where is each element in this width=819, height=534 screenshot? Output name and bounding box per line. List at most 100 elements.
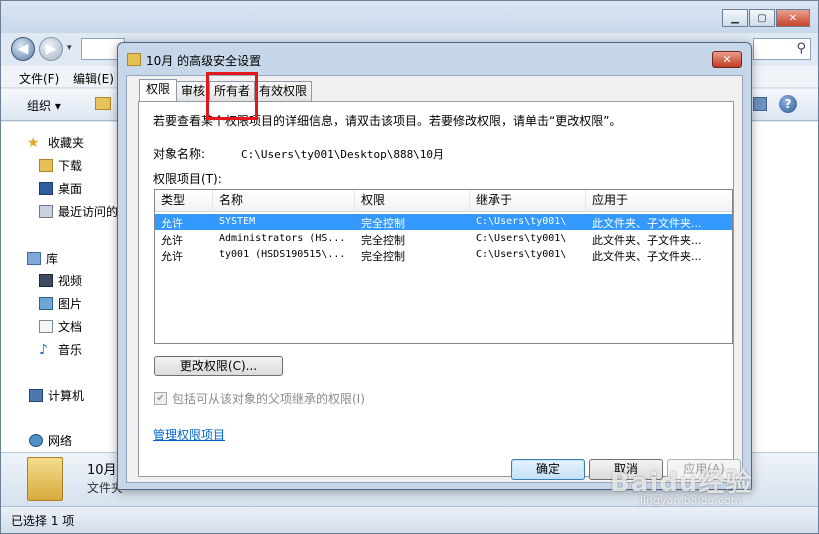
network-icon <box>29 434 43 447</box>
apply-button[interactable]: 应用(A) <box>667 459 741 480</box>
list-header: 类型 名称 权限 继承于 应用于 <box>155 190 732 212</box>
nav-desktop[interactable]: 桌面 <box>39 180 82 197</box>
nav-favorites[interactable]: ★ 收藏夹 <box>27 134 84 151</box>
history-dropdown-icon[interactable]: ▾ <box>67 43 72 53</box>
permissions-panel: 若要查看某个权限项目的详细信息，请双击该项目。若要修改权限，请单击“更改权限”。… <box>138 101 734 477</box>
nav-label: 桌面 <box>58 182 83 196</box>
explorer-titlebar: ▁ ▢ ✕ <box>1 1 818 33</box>
view-icon[interactable] <box>753 97 767 111</box>
dialog-titlebar[interactable]: 10月 的高级安全设置 ✕ <box>118 43 751 75</box>
large-folder-icon <box>27 457 63 501</box>
menu-file[interactable]: 文件(F) <box>19 70 59 87</box>
nav-documents[interactable]: 文档 <box>39 318 82 335</box>
nav-videos[interactable]: 视频 <box>39 272 82 289</box>
column-type[interactable]: 类型 <box>155 190 213 212</box>
object-name-value: C:\Users\ty001\Desktop\888\10月 <box>241 148 445 161</box>
cell-apply-to: 此文件夹、子文件夹... <box>592 250 702 263</box>
tab-effective-permissions[interactable]: 有效权限 <box>255 81 313 101</box>
details-name: 10月 <box>87 463 117 478</box>
back-button[interactable]: ◀ <box>11 37 35 61</box>
folder-icon[interactable] <box>95 97 111 110</box>
status-bar: 已选择 1 项 <box>1 506 818 533</box>
tab-strip: 权限 审核 所有者 有效权限 <box>139 72 313 120</box>
cell-permission: 完全控制 <box>361 217 405 230</box>
search-input[interactable]: ⚲ <box>753 38 811 60</box>
minimize-button[interactable]: ▁ <box>722 9 748 27</box>
cell-name: SYSTEM <box>219 216 256 227</box>
close-icon: ✕ <box>722 53 732 66</box>
nav-label: 视频 <box>58 274 83 288</box>
nav-label: 音乐 <box>58 343 83 357</box>
inherit-checkbox-label: 包括可从该对象的父项继承的权限(I) <box>172 392 365 406</box>
desktop-icon <box>39 182 53 195</box>
nav-pictures[interactable]: 图片 <box>39 295 82 312</box>
nav-label: 库 <box>46 252 59 266</box>
table-row[interactable]: 允许 SYSTEM 完全控制 C:\Users\ty001\ 此文件夹、子文件夹… <box>155 214 732 230</box>
document-icon <box>39 320 53 333</box>
folder-icon <box>127 53 141 66</box>
music-note-icon: ♪ <box>39 341 48 358</box>
nav-label: 计算机 <box>48 389 85 403</box>
cell-name: Administrators (HS... <box>219 233 346 244</box>
search-icon[interactable]: ⚲ <box>796 41 806 56</box>
inherit-permissions-option[interactable]: ✔ 包括可从该对象的父项继承的权限(I) <box>154 390 365 407</box>
nav-downloads[interactable]: 下载 <box>39 157 82 174</box>
menu-edit[interactable]: 编辑(E) <box>73 70 114 87</box>
cell-inherited: C:\Users\ty001\ <box>476 233 567 244</box>
column-name[interactable]: 名称 <box>213 190 355 212</box>
ok-button[interactable]: 确定 <box>511 459 585 480</box>
cell-name: ty001 (HSDS190515\... <box>219 249 346 260</box>
tab-owner[interactable]: 所有者 <box>206 72 259 120</box>
nav-music[interactable]: ♪ 音乐 <box>39 341 82 358</box>
checkmark-icon: ✔ <box>156 393 165 404</box>
tab-auditing[interactable]: 审核 <box>177 81 211 101</box>
cell-inherited: C:\Users\ty001\ <box>476 249 567 260</box>
nav-recent[interactable]: 最近访问的 <box>39 203 118 220</box>
close-window-button[interactable]: ✕ <box>776 9 810 27</box>
nav-label: 下载 <box>58 159 83 173</box>
inherit-checkbox[interactable]: ✔ <box>154 392 167 405</box>
video-icon <box>39 274 53 287</box>
cell-type: 允许 <box>161 250 183 263</box>
status-text: 已选择 1 项 <box>11 514 75 528</box>
advanced-security-dialog: 10月 的高级安全设置 ✕ 权限 审核 所有者 有效权限 若要查看某个权限项目的… <box>117 42 752 490</box>
dialog-close-button[interactable]: ✕ <box>712 51 742 68</box>
cell-type: 允许 <box>161 217 183 230</box>
tab-owner-label: 所有者 <box>214 84 251 98</box>
object-name-label: 对象名称: <box>153 147 206 161</box>
nav-label: 网络 <box>48 434 73 448</box>
nav-label: 图片 <box>58 297 83 311</box>
cell-permission: 完全控制 <box>361 250 405 263</box>
help-icon[interactable]: ? <box>779 95 797 113</box>
pictures-icon <box>39 297 53 310</box>
column-inherited-from[interactable]: 继承于 <box>470 190 586 212</box>
table-row[interactable]: 允许 ty001 (HSDS190515\... 完全控制 C:\Users\t… <box>155 247 732 263</box>
cell-inherited: C:\Users\ty001\ <box>476 216 567 227</box>
dialog-title: 10月 的高级安全设置 <box>146 54 262 68</box>
nav-network[interactable]: 网络 <box>29 432 72 449</box>
nav-libraries[interactable]: 库 <box>27 250 58 267</box>
cell-type: 允许 <box>161 234 183 247</box>
recent-places-icon <box>39 205 53 218</box>
change-permissions-button[interactable]: 更改权限(C)... <box>154 356 283 376</box>
organize-button[interactable]: 组织 ▾ <box>27 97 61 114</box>
nav-label: 收藏夹 <box>48 136 85 150</box>
column-apply-to[interactable]: 应用于 <box>586 190 732 212</box>
maximize-button[interactable]: ▢ <box>749 9 775 27</box>
tab-permissions[interactable]: 权限 <box>139 79 178 101</box>
permission-entries-list[interactable]: 类型 名称 权限 继承于 应用于 允许 SYSTEM 完全控制 C:\Users… <box>154 189 733 344</box>
cell-permission: 完全控制 <box>361 234 405 247</box>
cell-apply-to: 此文件夹、子文件夹... <box>592 217 702 230</box>
nav-computer[interactable]: 计算机 <box>29 387 84 404</box>
nav-label: 最近访问的 <box>58 205 119 219</box>
cancel-button[interactable]: 取消 <box>589 459 663 480</box>
computer-icon <box>29 389 43 402</box>
forward-button[interactable]: ▶ <box>39 37 63 61</box>
downloads-folder-icon <box>39 159 53 172</box>
permission-entries-label: 权限项目(T): <box>153 172 222 186</box>
instruction-text: 若要查看某个权限项目的详细信息，请双击该项目。若要修改权限，请单击“更改权限”。 <box>153 114 622 128</box>
table-row[interactable]: 允许 Administrators (HS... 完全控制 C:\Users\t… <box>155 231 732 247</box>
column-permission[interactable]: 权限 <box>355 190 470 212</box>
nav-label: 文档 <box>58 320 83 334</box>
manage-permission-entries-link[interactable]: 管理权限项目 <box>153 426 225 443</box>
